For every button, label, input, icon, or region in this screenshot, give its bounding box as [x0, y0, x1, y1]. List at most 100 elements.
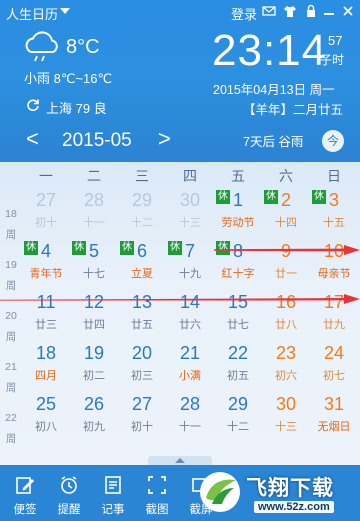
- day-number: 31: [323, 394, 345, 414]
- day-number: 6: [136, 241, 147, 261]
- day-lunar-text: 青年节: [29, 268, 63, 280]
- red-arrow-annotation: [214, 245, 360, 255]
- toolbar-button[interactable]: 截图: [134, 465, 180, 521]
- week-number-value: 22: [5, 412, 17, 424]
- day-number: 3: [328, 190, 339, 210]
- day-lunar-text: 初七: [323, 370, 345, 382]
- day-lunar-text: 十二: [227, 421, 249, 433]
- day-lunar-text: 廿七: [227, 319, 249, 331]
- week-number-value: 19: [5, 259, 17, 271]
- day-number: 24: [323, 343, 345, 363]
- day-lunar-text: 初八: [35, 421, 57, 433]
- day-number: 19: [83, 343, 105, 363]
- clock-seconds: 57: [328, 33, 343, 48]
- day-cell[interactable]: 27 初十: [22, 188, 70, 238]
- day-cell[interactable]: 休 7 十九: [166, 239, 214, 289]
- weather-description: 小雨 8℃~16℃: [24, 71, 113, 86]
- toolbar-button[interactable]: 提醒: [46, 465, 92, 521]
- prev-month-button[interactable]: <: [26, 128, 42, 150]
- day-cell[interactable]: 30 十三: [166, 188, 214, 238]
- day-number: 27: [131, 394, 153, 414]
- weekday-label: 六: [279, 168, 293, 184]
- close-icon[interactable]: [341, 4, 355, 18]
- day-number: 7: [184, 241, 195, 261]
- day-cell[interactable]: 休 3 十五: [310, 188, 358, 238]
- month-label[interactable]: 2015-05: [62, 130, 132, 152]
- day-cell[interactable]: 20 初三: [118, 341, 166, 391]
- login-link[interactable]: 登录: [231, 4, 257, 23]
- day-number: 28: [83, 190, 105, 210]
- next-month-button[interactable]: >: [158, 128, 174, 150]
- day-lunar-text: 十三: [179, 217, 201, 229]
- day-cell[interactable]: 25 初八: [22, 392, 70, 442]
- toolbar-label: 记事: [101, 504, 125, 516]
- day-cell[interactable]: 休 1 劳动节: [214, 188, 262, 238]
- day-cell[interactable]: 29 十二: [118, 188, 166, 238]
- day-cell[interactable]: 休 5 十七: [70, 239, 118, 289]
- day-number: 20: [131, 343, 153, 363]
- watermark-title: 飞翔下载: [246, 477, 334, 500]
- day-cell[interactable]: 28 十一: [166, 392, 214, 442]
- day-cell[interactable]: 休 2 十四: [262, 188, 310, 238]
- day-lunar-text: 十一: [179, 421, 201, 433]
- menu-dropdown-icon[interactable]: [60, 8, 70, 14]
- header-panel: 人生日历 登录 8°C 小雨 8℃~16℃ 上海 79 良 23:14 57 子…: [0, 0, 360, 162]
- toolbar-label: 便签: [13, 504, 37, 516]
- day-lunar-text: 红十字: [221, 268, 255, 280]
- weekday-label: 日: [327, 168, 341, 184]
- minimize-icon[interactable]: [322, 4, 336, 18]
- refresh-icon[interactable]: [26, 98, 40, 112]
- day-cell[interactable]: 30 十三: [262, 392, 310, 442]
- day-cell[interactable]: 18 四月: [22, 341, 70, 391]
- day-cell[interactable]: 22 初五: [214, 341, 262, 391]
- week-label: 周: [5, 433, 17, 445]
- day-lunar-text: 初六: [275, 370, 297, 382]
- day-lunar-text: 母亲节: [317, 268, 351, 280]
- day-lunar-text: 初二: [83, 370, 105, 382]
- day-lunar-text: 初九: [83, 421, 105, 433]
- day-number: 4: [40, 241, 51, 261]
- day-number: 30: [179, 190, 201, 210]
- day-lunar-text: 初五: [227, 370, 249, 382]
- day-number: 26: [83, 394, 105, 414]
- day-cell[interactable]: 29 十二: [214, 392, 262, 442]
- week-label: 周: [5, 229, 17, 241]
- note-icon: [103, 475, 123, 495]
- today-button[interactable]: 今: [322, 130, 344, 152]
- day-cell[interactable]: 休 6 立夏: [118, 239, 166, 289]
- lock-icon[interactable]: [304, 4, 318, 18]
- location-aqi[interactable]: 上海 79 良: [46, 98, 107, 117]
- day-cell[interactable]: 28 十一: [70, 188, 118, 238]
- day-lunar-text: 四月: [35, 370, 57, 382]
- toolbar-label: 提醒: [57, 504, 81, 516]
- day-lunar-text: 初十: [35, 217, 57, 229]
- weekday-label: 三: [135, 168, 149, 184]
- collapse-handle[interactable]: [148, 456, 212, 465]
- day-cell[interactable]: 24 初七: [310, 341, 358, 391]
- weekday-label: 五: [231, 168, 245, 184]
- day-number: 29: [227, 394, 249, 414]
- toolbar-button[interactable]: 记事: [90, 465, 136, 521]
- day-lunar-text: 十四: [275, 217, 297, 229]
- toolbar-button[interactable]: 便签: [2, 465, 48, 521]
- day-cell[interactable]: 31 无烟日: [310, 392, 358, 442]
- day-lunar-text: 十七: [83, 268, 105, 280]
- mail-icon[interactable]: [262, 4, 276, 18]
- shirt-icon[interactable]: [283, 4, 297, 18]
- cloud-rain-icon[interactable]: [22, 30, 62, 64]
- day-cell[interactable]: 休 4 青年节: [22, 239, 70, 289]
- day-cell[interactable]: 23 初六: [262, 341, 310, 391]
- festival-countdown: 7天后 谷雨: [243, 135, 304, 149]
- day-cell[interactable]: 27 初十: [118, 392, 166, 442]
- day-number: 1: [232, 190, 243, 210]
- day-cell[interactable]: 21 小满: [166, 341, 214, 391]
- day-cell[interactable]: 19 初二: [70, 341, 118, 391]
- screenshot-icon: [147, 475, 167, 495]
- day-lunar-text: 十九: [179, 268, 201, 280]
- day-number: 22: [227, 343, 249, 363]
- weekday-label: 一: [39, 168, 53, 184]
- titlebar: 人生日历 登录: [0, 0, 360, 22]
- day-cell[interactable]: 26 初九: [70, 392, 118, 442]
- app-title[interactable]: 人生日历: [6, 4, 58, 23]
- edit-icon: [15, 475, 35, 495]
